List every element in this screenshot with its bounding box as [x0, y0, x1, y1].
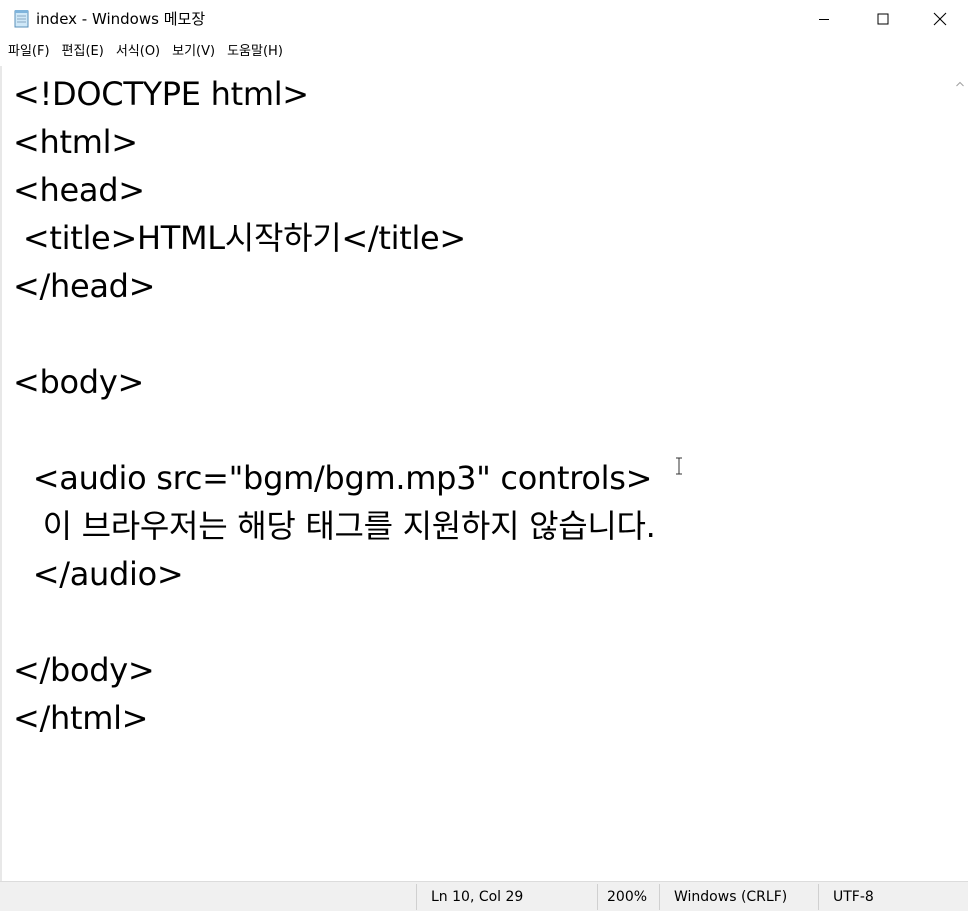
title-bar[interactable]: index - Windows 메모장: [0, 0, 968, 38]
editor-line-11: </audio>: [13, 555, 184, 593]
status-separator: [597, 884, 598, 910]
maximize-button[interactable]: [852, 0, 914, 38]
editor-line-3: <head>: [13, 171, 145, 209]
notepad-icon: [13, 9, 31, 28]
status-encoding: UTF-8: [833, 889, 874, 905]
status-cursor-position: Ln 10, Col 29: [431, 889, 524, 905]
status-zoom: 200%: [607, 889, 648, 905]
notepad-window: index - Windows 메모장 파일(F) 편집(E) 서식(O) 보기…: [0, 0, 968, 911]
editor-line-9: <audio src="bgm/bgm.mp3" controls>: [13, 459, 653, 497]
editor-line-1: <!DOCTYPE html>: [13, 75, 309, 113]
editor-line-14: </html>: [13, 699, 149, 737]
status-separator: [818, 884, 819, 910]
editor-line-2: <html>: [13, 123, 138, 161]
status-separator: [659, 884, 660, 910]
close-button[interactable]: [912, 0, 968, 38]
scroll-up-arrow-icon[interactable]: [956, 72, 964, 87]
status-bar: Ln 10, Col 29 200% Windows (CRLF) UTF-8: [0, 881, 968, 911]
editor-line-4: <title>HTML시작하기</title>: [13, 219, 466, 257]
ibeam-cursor-icon: [675, 457, 683, 475]
vertical-scrollbar[interactable]: [952, 66, 968, 881]
window-title: index - Windows 메모장: [36, 10, 206, 28]
editor-line-7: <body>: [13, 363, 144, 401]
menu-bar: 파일(F) 편집(E) 서식(O) 보기(V) 도움말(H): [0, 38, 968, 65]
editor-line-10: 이 브라우저는 해당 태그를 지원하지 않습니다.: [13, 507, 656, 545]
editor-line-5: </head>: [13, 267, 156, 305]
menu-edit[interactable]: 편집(E): [58, 39, 108, 65]
menu-view[interactable]: 보기(V): [168, 39, 219, 65]
text-editor[interactable]: <!DOCTYPE html> <html> <head> <title>HTM…: [2, 66, 952, 881]
menu-file[interactable]: 파일(F): [4, 39, 54, 65]
editor-line-13: </body>: [13, 651, 155, 689]
minimize-button[interactable]: [793, 0, 855, 38]
maximize-icon: [877, 13, 889, 25]
close-icon: [933, 12, 947, 26]
minimize-icon: [819, 19, 829, 20]
menu-format[interactable]: 서식(O): [112, 39, 164, 65]
status-line-ending: Windows (CRLF): [674, 889, 788, 905]
status-separator: [416, 884, 417, 910]
menu-help[interactable]: 도움말(H): [223, 39, 287, 65]
